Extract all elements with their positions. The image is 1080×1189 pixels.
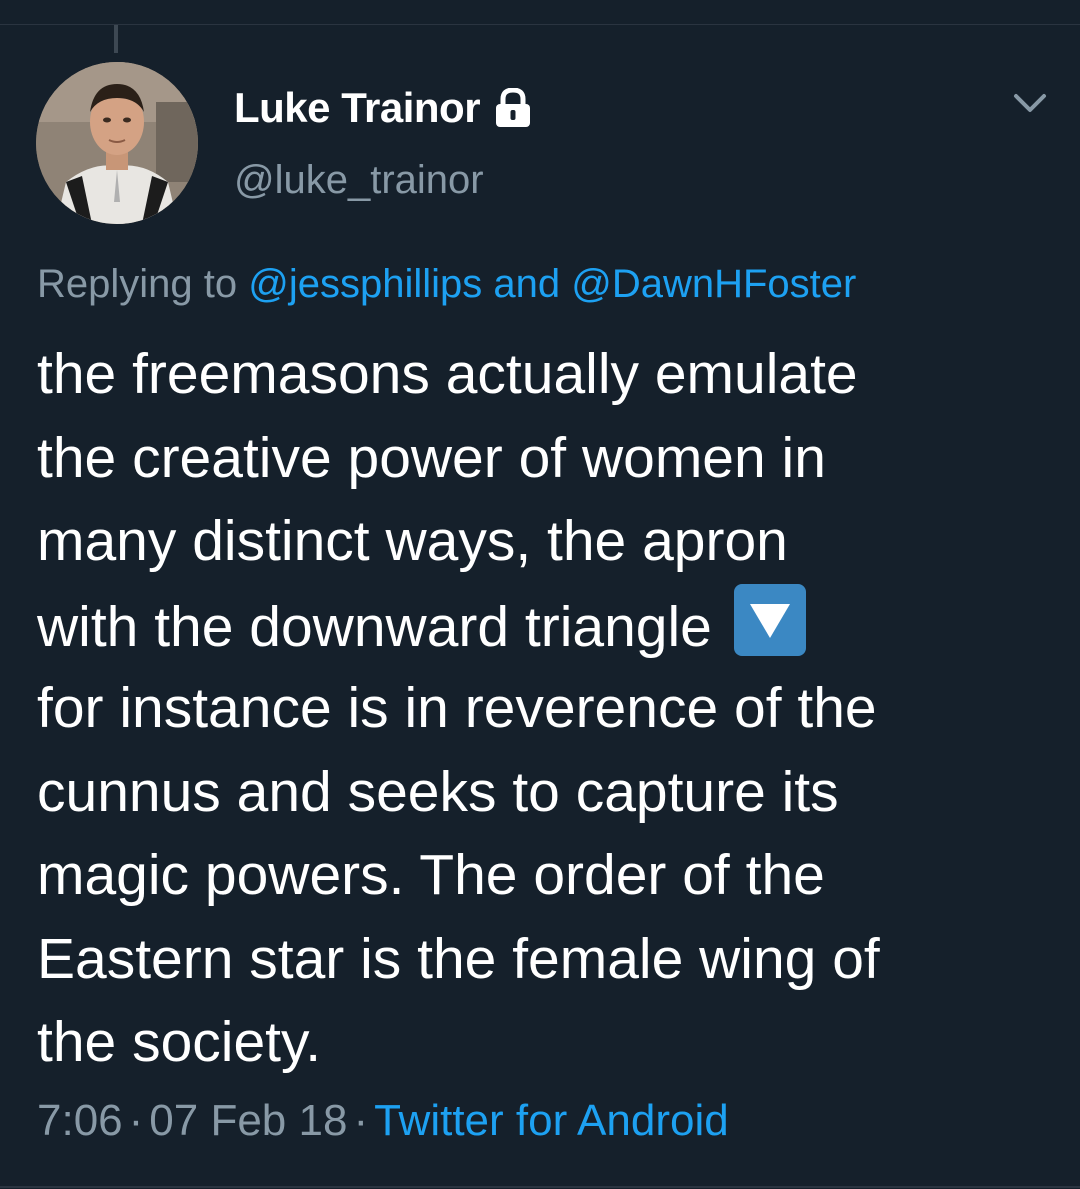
replying-prefix: Replying to — [37, 262, 249, 306]
mention-jessphillips[interactable]: @jessphillips — [248, 262, 482, 306]
tweet-text-line: the society. — [37, 1010, 322, 1074]
mention-connector[interactable]: and — [482, 262, 571, 306]
tweet-text: the freemasons actually emulate the crea… — [37, 333, 1047, 1085]
mention-dawnhfoster[interactable]: @DawnHFoster — [571, 262, 856, 306]
avatar[interactable] — [36, 62, 198, 224]
display-name[interactable]: Luke Trainor — [234, 84, 481, 132]
top-divider — [0, 24, 1080, 25]
tweet-time[interactable]: 7:06 — [37, 1096, 123, 1145]
down-triangle-button-emoji — [733, 583, 806, 656]
tweet-text-line: the freemasons actually emulate — [37, 342, 858, 406]
thread-connector-line — [114, 25, 118, 53]
lock-icon — [494, 87, 532, 128]
tweet-text-line-with-emoji: with the downward triangle — [37, 583, 1047, 668]
tweet-meta: 7:06 · 07 Feb 18 · Twitter for Android — [37, 1096, 729, 1146]
tweet-date[interactable]: 07 Feb 18 — [149, 1096, 347, 1145]
meta-separator: · — [128, 1096, 144, 1145]
tweet-text-line: Eastern star is the female wing of — [37, 926, 880, 991]
tweet-text-line: for instance is in reverence of the — [37, 676, 877, 740]
tweet-text-line: cunnus and seeks to capture its — [37, 759, 839, 824]
tweet-text-line: many distinct ways, the apron — [37, 509, 788, 573]
tweet-text-line: with the downward triangle — [37, 594, 728, 659]
bottom-divider — [0, 1186, 1080, 1188]
meta-separator: · — [353, 1096, 369, 1145]
display-name-row[interactable]: Luke Trainor — [234, 84, 532, 132]
replying-to-line: Replying to @jessphillips and @DawnHFost… — [37, 262, 856, 307]
user-handle[interactable]: @luke_trainor — [234, 158, 484, 203]
tweet-text-line: magic powers. The order of the — [37, 843, 825, 907]
tweet-text-line: the creative power of women in — [37, 425, 826, 490]
chevron-down-icon[interactable] — [1010, 88, 1050, 118]
tweet-source-link[interactable]: Twitter for Android — [374, 1096, 729, 1145]
